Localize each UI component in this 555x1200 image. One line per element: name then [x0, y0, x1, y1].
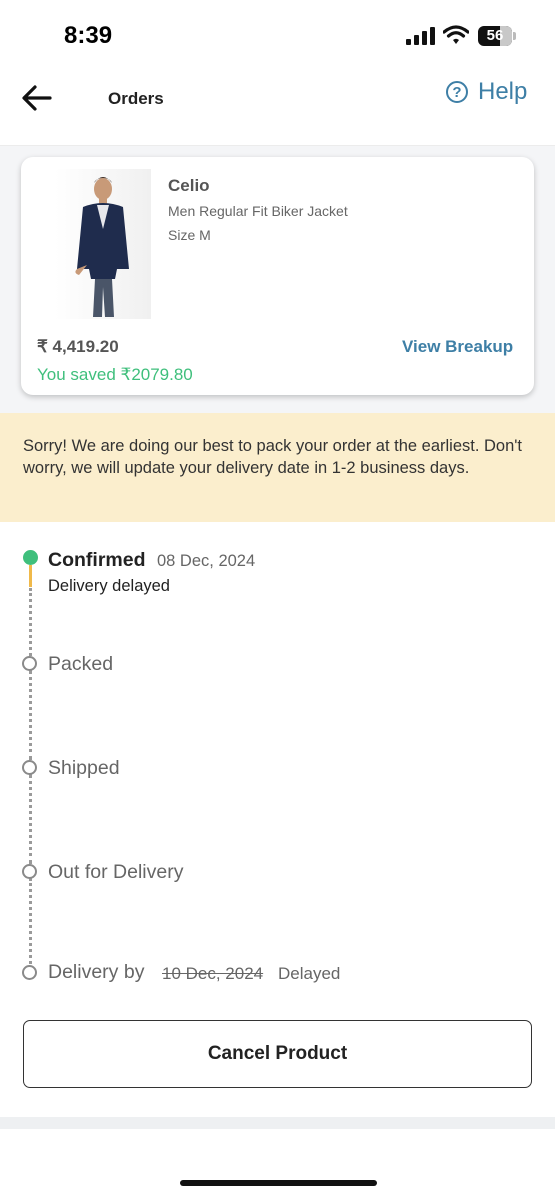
product-price: ₹ 4,419.20	[37, 337, 119, 356]
step-confirmed-date: 08 Dec, 2024	[157, 552, 256, 570]
delay-notice-banner: Sorry! We are doing our best to pack you…	[0, 413, 555, 522]
packed-status-dot	[22, 656, 37, 671]
wifi-icon	[443, 25, 469, 44]
order-timeline: Confirmed 08 Dec, 2024 Delivery delayed …	[0, 540, 555, 1000]
app-header: Orders ? Help	[0, 70, 555, 146]
timeline-connector	[29, 588, 32, 656]
status-time: 8:39	[64, 22, 113, 49]
savings-text: You saved ₹2079.80	[37, 365, 193, 384]
help-label: Help	[478, 78, 528, 105]
cellular-signal-icon	[406, 27, 435, 45]
cancel-product-button[interactable]: Cancel Product	[23, 1020, 532, 1088]
battery-level: 56	[486, 27, 504, 44]
step-out-for-delivery-label: Out for Delivery	[48, 861, 184, 883]
out-for-delivery-status-dot	[22, 864, 37, 879]
product-size: Size M	[168, 227, 211, 243]
product-brand: Celio	[168, 176, 210, 195]
step-delivery-label: Delivery by	[48, 961, 145, 983]
product-name: Men Regular Fit Biker Jacket	[168, 203, 348, 219]
delay-notice-text: Sorry! We are doing our best to pack you…	[23, 437, 523, 477]
delivery-status-dot	[22, 965, 37, 980]
step-packed-label: Packed	[48, 653, 114, 675]
help-button[interactable]: ? Help	[446, 78, 527, 106]
timeline-connector	[29, 878, 32, 964]
help-icon: ?	[446, 81, 468, 103]
step-confirmed-subtext: Delivery delayed	[48, 577, 170, 595]
product-card[interactable]: Celio Men Regular Fit Biker Jacket Size …	[21, 157, 534, 395]
product-image	[55, 169, 151, 319]
home-indicator	[180, 1180, 377, 1186]
back-arrow-icon[interactable]	[20, 84, 54, 112]
step-shipped-label: Shipped	[48, 757, 120, 779]
delivery-delayed-status: Delayed	[278, 964, 341, 983]
original-delivery-date: 10 Dec, 2024	[162, 964, 264, 983]
shipped-status-dot	[22, 760, 37, 775]
page-title: Orders	[108, 89, 164, 108]
step-confirmed-label: Confirmed	[48, 549, 146, 571]
timeline-connector	[29, 670, 32, 760]
view-breakup-link[interactable]: View Breakup	[402, 337, 513, 357]
footer-divider	[0, 1117, 555, 1129]
status-bar: 8:39 56	[0, 0, 555, 70]
delay-progress-segment	[29, 565, 32, 587]
battery-icon: 56	[478, 26, 516, 46]
timeline-connector	[29, 774, 32, 864]
confirmed-status-dot	[23, 550, 38, 565]
